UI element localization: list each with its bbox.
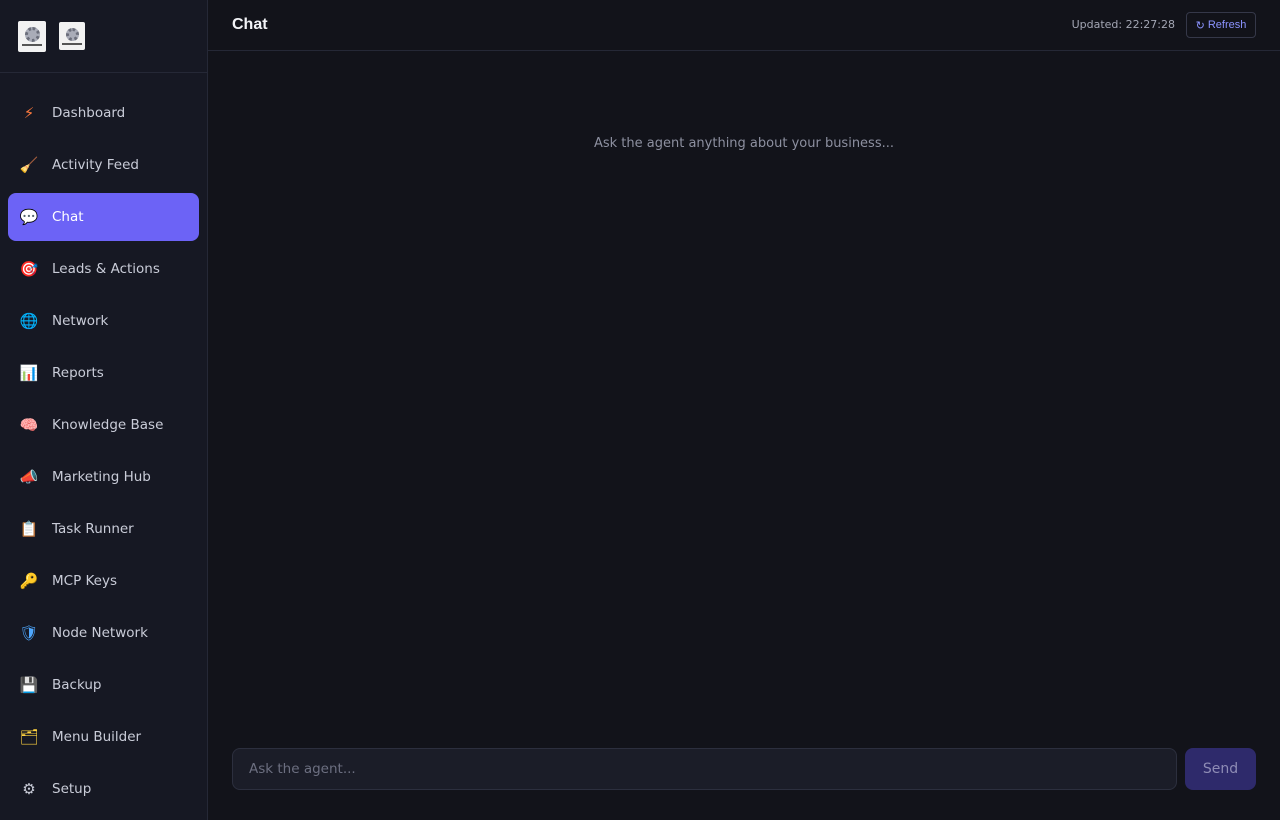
gear-logo-icon bbox=[65, 27, 79, 41]
bar-chart-icon: 📊 bbox=[19, 363, 39, 382]
sidebar-item-label: MCP Keys bbox=[52, 573, 118, 589]
send-button[interactable]: Send bbox=[1185, 748, 1256, 790]
gear-logo-icon bbox=[24, 26, 40, 42]
floppy-disk-icon: 💾 bbox=[19, 675, 39, 694]
sidebar-item-label: Menu Builder bbox=[52, 729, 142, 745]
sidebar-item-task-runner[interactable]: 📋 Task Runner bbox=[8, 505, 199, 553]
sidebar-item-dashboard[interactable]: ⚡ Dashboard bbox=[8, 89, 199, 137]
brain-icon: 🧠 bbox=[19, 415, 39, 434]
shield-icon: 🛡 bbox=[19, 623, 39, 642]
sidebar-item-mcp-keys[interactable]: 🔑 MCP Keys bbox=[8, 557, 199, 605]
lightning-icon: ⚡ bbox=[23, 103, 35, 122]
sidebar-nav: ⚡ Dashboard 🧹 Activity Feed 💬 Chat 🎯 Leads & Ac… bbox=[8, 89, 199, 817]
sidebar-item-marketing-hub[interactable]: 📣 Marketing Hub bbox=[8, 453, 199, 501]
sidebar-item-label: Task Runner bbox=[52, 521, 134, 537]
page-title: Chat bbox=[232, 16, 268, 33]
last-updated-text: Updated: 22:27:28 bbox=[1071, 18, 1175, 31]
folder-icon: 🗂 bbox=[19, 727, 39, 746]
refresh-icon: ↻ bbox=[1195, 19, 1205, 32]
broom-icon: 🧹 bbox=[19, 155, 39, 174]
sidebar-item-label: Leads & Actions bbox=[52, 261, 160, 277]
sidebar-item-reports[interactable]: 📊 Reports bbox=[8, 349, 199, 397]
chat-input[interactable] bbox=[232, 748, 1177, 790]
refresh-label: Refresh bbox=[1207, 19, 1247, 31]
clipboard-icon: 📋 bbox=[19, 519, 39, 538]
sidebar-item-node-network[interactable]: 🛡 Node Network bbox=[8, 609, 199, 657]
sidebar-item-backup[interactable]: 💾 Backup bbox=[8, 661, 199, 709]
sidebar-item-activity-feed[interactable]: 🧹 Activity Feed bbox=[8, 141, 199, 189]
megaphone-icon: 📣 bbox=[19, 467, 39, 486]
key-icon: 🔑 bbox=[19, 571, 39, 590]
sidebar-item-label: Knowledge Base bbox=[52, 417, 164, 433]
globe-icon: 🌐 bbox=[19, 311, 39, 330]
sidebar-item-label: Chat bbox=[52, 209, 84, 225]
chat-empty-hint: Ask the agent anything about your busine… bbox=[593, 136, 894, 151]
brand-logo-secondary[interactable] bbox=[59, 22, 85, 50]
target-icon: 🎯 bbox=[19, 259, 39, 278]
logo-bar bbox=[0, 0, 207, 73]
sidebar-item-setup[interactable]: ⚙ Setup bbox=[8, 765, 199, 813]
sidebar-item-label: Network bbox=[52, 313, 109, 329]
sidebar-item-network[interactable]: 🌐 Network bbox=[8, 297, 199, 345]
sidebar-item-label: Setup bbox=[52, 781, 92, 797]
sidebar-item-label: Dashboard bbox=[52, 105, 126, 121]
page-header: Chat Updated: 22:27:28 ↻ Refresh bbox=[208, 0, 1280, 51]
sidebar-item-label: Activity Feed bbox=[52, 157, 139, 173]
sidebar-item-chat[interactable]: 💬 Chat bbox=[8, 193, 199, 241]
sidebar: ⚡ Dashboard 🧹 Activity Feed 💬 Chat 🎯 Leads & Ac… bbox=[0, 0, 208, 820]
sidebar-item-label: Node Network bbox=[52, 625, 148, 641]
sidebar-item-label: Marketing Hub bbox=[52, 469, 151, 485]
brand-logo[interactable] bbox=[18, 20, 46, 52]
sidebar-item-menu-builder[interactable]: 🗂 Menu Builder bbox=[8, 713, 199, 761]
speech-bubble-icon: 💬 bbox=[19, 207, 39, 226]
gear-icon: ⚙ bbox=[22, 779, 36, 798]
sidebar-item-label: Reports bbox=[52, 365, 104, 381]
sidebar-item-knowledge-base[interactable]: 🧠 Knowledge Base bbox=[8, 401, 199, 449]
refresh-button[interactable]: ↻ Refresh bbox=[1186, 12, 1256, 38]
sidebar-item-leads-and-actions[interactable]: 🎯 Leads & Actions bbox=[8, 245, 199, 293]
sidebar-item-label: Backup bbox=[52, 677, 102, 693]
